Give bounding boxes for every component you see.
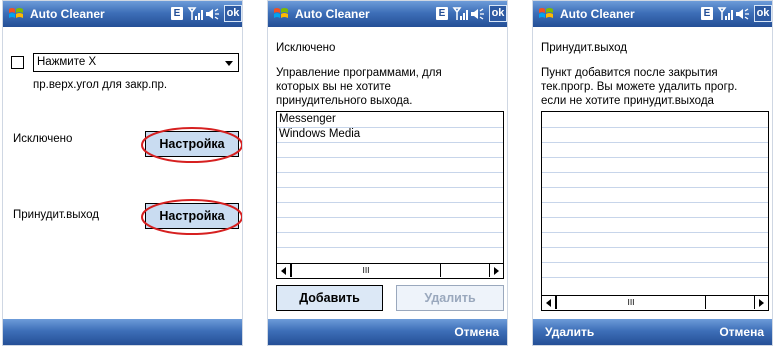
scroll-right-button[interactable]: [489, 264, 503, 277]
scroll-thumb[interactable]: III: [291, 264, 441, 277]
list-item[interactable]: Messenger: [279, 113, 336, 125]
screen-excluded: Auto Cleaner E ok Исключено Управление п…: [267, 0, 508, 346]
screen-forced-exit: Auto Cleaner E ok Принудит.выход Пункт д…: [532, 0, 773, 346]
app-title: Auto Cleaner: [30, 7, 105, 21]
windows-start-icon[interactable]: [7, 5, 25, 23]
excluded-label: Исключено: [13, 133, 73, 145]
horizontal-scrollbar[interactable]: III: [277, 263, 503, 278]
title-bar: Auto Cleaner E ok: [3, 1, 242, 27]
arrow-left-icon: [281, 267, 286, 275]
windows-start-icon[interactable]: [537, 5, 555, 23]
scroll-left-button[interactable]: [277, 264, 291, 277]
scroll-left-button[interactable]: [542, 296, 556, 309]
forced-exit-list[interactable]: III: [541, 111, 769, 311]
forced-exit-label: Принудит.выход: [13, 209, 99, 221]
arrow-right-icon: [759, 299, 764, 307]
app-title: Auto Cleaner: [560, 7, 635, 21]
description-line: тек.прогр. Вы можете удалить прогр.: [541, 81, 738, 93]
title-bar: Auto Cleaner E ok: [533, 1, 772, 27]
horizontal-scrollbar[interactable]: III: [542, 295, 768, 310]
ok-button[interactable]: ok: [489, 5, 507, 22]
title-bar: Auto Cleaner E ok: [268, 1, 507, 27]
softkey-bar: Удалить Отмена: [533, 319, 772, 345]
windows-start-icon[interactable]: [272, 5, 290, 23]
cancel-softkey[interactable]: Отмена: [454, 325, 499, 339]
excluded-programs-list[interactable]: Messenger Windows Media III: [276, 111, 504, 279]
description-line: принудительного выхода.: [276, 95, 413, 107]
app-title: Auto Cleaner: [295, 7, 370, 21]
page-heading: Исключено: [276, 42, 336, 54]
scroll-thumb[interactable]: III: [556, 296, 706, 309]
softkey-bar: Отмена: [268, 319, 507, 345]
edge-icon: E: [436, 7, 448, 20]
scroll-right-button[interactable]: [754, 296, 768, 309]
add-button[interactable]: Добавить: [276, 285, 383, 311]
volume-icon[interactable]: [470, 7, 486, 21]
dropdown-value: Нажмите X: [37, 56, 97, 68]
edge-icon: E: [171, 7, 183, 20]
softkey-bar: [3, 319, 242, 345]
description-line: если не хотите принудит.выхода: [541, 95, 714, 107]
volume-icon[interactable]: [735, 7, 751, 21]
list-item[interactable]: Windows Media: [279, 128, 360, 140]
delete-button[interactable]: Удалить: [396, 285, 504, 311]
signal-icon[interactable]: [187, 6, 203, 22]
delete-softkey[interactable]: Удалить: [545, 325, 594, 339]
close-method-dropdown[interactable]: Нажмите X: [33, 53, 239, 72]
volume-icon[interactable]: [205, 7, 221, 21]
ok-button[interactable]: ok: [754, 5, 772, 22]
ok-button[interactable]: ok: [224, 5, 242, 22]
close-option-checkbox[interactable]: [11, 56, 24, 69]
arrow-right-icon: [494, 267, 499, 275]
arrow-left-icon: [546, 299, 551, 307]
cancel-softkey[interactable]: Отмена: [719, 325, 764, 339]
description-line: Управление программами, для: [276, 67, 442, 79]
forced-exit-settings-button[interactable]: Настройка: [145, 203, 239, 229]
close-hint: пр.верх.угол для закр.пр.: [33, 79, 168, 91]
chevron-down-icon: [225, 61, 233, 66]
signal-icon[interactable]: [452, 6, 468, 22]
description-line: которых вы не хотите: [276, 81, 391, 93]
page-heading: Принудит.выход: [541, 42, 627, 54]
edge-icon: E: [701, 7, 713, 20]
signal-icon[interactable]: [717, 6, 733, 22]
description-line: Пункт добавится после закрытия: [541, 67, 718, 79]
screen-settings: Auto Cleaner E ok Нажмите X пр.верх.угол…: [2, 0, 243, 346]
excluded-settings-button[interactable]: Настройка: [145, 131, 239, 157]
